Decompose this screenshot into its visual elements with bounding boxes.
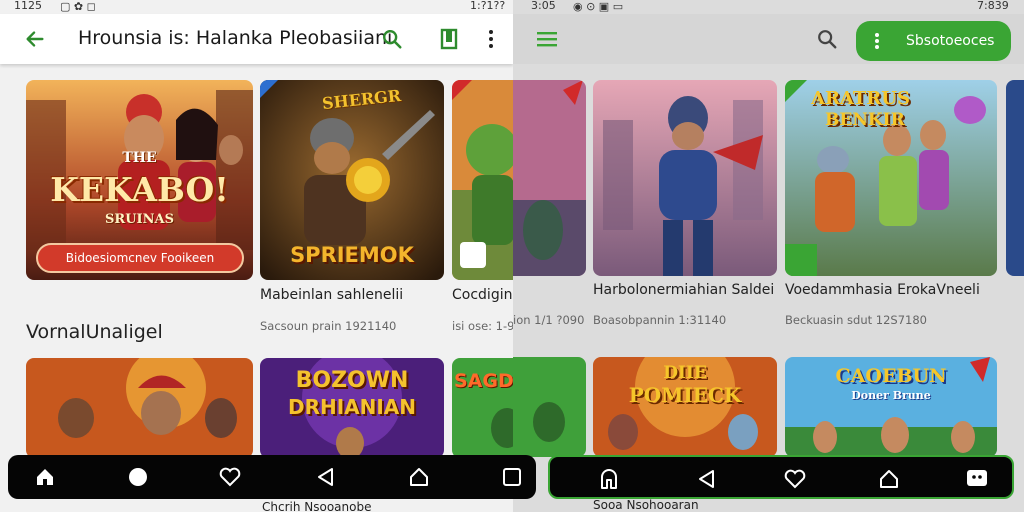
page-title: Hrounsia is: Halanka Pleobasiiani bbox=[78, 27, 393, 49]
game-card-pomieck[interactable]: DIIE POMIECK bbox=[593, 357, 777, 457]
game-artwork bbox=[513, 357, 586, 457]
game-card-caoebun[interactable]: CAOEBUN Doner Brune bbox=[785, 357, 997, 457]
back-triangle-icon[interactable] bbox=[693, 466, 719, 492]
square-icon[interactable] bbox=[499, 464, 525, 490]
arch-icon[interactable] bbox=[596, 466, 622, 492]
bookmark-icon[interactable] bbox=[436, 26, 462, 52]
card-title-line2: POMIECK bbox=[628, 383, 742, 407]
app-bar: Hrounsia is: Halanka Pleobasiiani bbox=[0, 14, 513, 64]
circle-icon[interactable] bbox=[125, 464, 151, 490]
search-icon[interactable] bbox=[379, 26, 405, 52]
card-subtitle: isi ose: 1-90 bbox=[452, 319, 513, 333]
status-time: 3:05 bbox=[531, 0, 556, 12]
game-card-knight[interactable] bbox=[593, 80, 777, 276]
status-time: 1125 bbox=[14, 0, 42, 12]
primary-action-button[interactable]: Sbsotoeoces bbox=[856, 21, 1011, 61]
more-vert-icon[interactable] bbox=[478, 26, 504, 52]
card-subtitle: ion 1/1 ?090 bbox=[513, 313, 585, 327]
back-triangle-icon[interactable] bbox=[312, 464, 338, 490]
status-right: 7:839 bbox=[977, 0, 1009, 12]
card-title-line1: THE bbox=[122, 150, 157, 166]
card-caption: Chcrih Nsooanobe bbox=[262, 500, 372, 512]
game-artwork bbox=[593, 80, 777, 276]
game-artwork bbox=[513, 80, 586, 276]
game-card-row2-1[interactable] bbox=[26, 358, 253, 458]
status-bar: 3:05 ◉ ⊙ ▣ ▭ 7:839 bbox=[513, 0, 1024, 14]
card-subtitle: Sacsoun prain 1921140 bbox=[260, 319, 397, 333]
card-caption: Cocdigin bbox=[452, 287, 513, 303]
card-title-line2: Doner Brune bbox=[851, 389, 931, 402]
card-subtitle: Boasobpannin 1:31140 bbox=[593, 313, 727, 327]
left-phone-screen: 1125 ▢ ✿ ◻ 1:?1?? Hrounsia is: Halanka P… bbox=[0, 0, 513, 512]
game-artwork bbox=[26, 358, 253, 458]
card-title-line1: CAOEBUN bbox=[835, 365, 947, 387]
search-icon[interactable] bbox=[814, 26, 840, 52]
game-card-aratrus[interactable]: ARATRUS BENKIR bbox=[785, 80, 997, 276]
heart-icon[interactable] bbox=[217, 464, 243, 490]
arrow-back-icon[interactable] bbox=[22, 26, 48, 52]
game-artwork bbox=[452, 80, 513, 280]
game-card-row2-2[interactable]: BOZOWN DRHIANIAN bbox=[260, 358, 444, 458]
game-artwork bbox=[1006, 80, 1024, 276]
nav-bar-left bbox=[8, 455, 536, 499]
card-title-line1: BOZOWN bbox=[295, 368, 409, 393]
game-card-partial[interactable] bbox=[513, 80, 586, 276]
status-right: 1:?1?? bbox=[470, 0, 506, 12]
card-caption: Sooa Nsohooaran bbox=[593, 498, 699, 512]
status-icons: ▢ ✿ ◻ bbox=[60, 0, 96, 13]
home-outline-icon[interactable] bbox=[876, 466, 902, 492]
card-title-line1: DIIE bbox=[663, 363, 707, 383]
game-card-spriemok[interactable]: SHERGR SPRIEMOK bbox=[260, 80, 444, 280]
game-card-kekabo[interactable]: THE KEKABO! SRUINAS Bidoesiomcnev Fooike… bbox=[26, 80, 253, 280]
menu-icon[interactable] bbox=[534, 26, 560, 52]
card-title: SAGDING bbox=[454, 370, 513, 392]
game-card-cocdigin[interactable] bbox=[452, 80, 513, 280]
home-outline-icon[interactable] bbox=[406, 464, 432, 490]
more-vert-icon bbox=[874, 32, 880, 54]
primary-action-label: Sbsotoeoces bbox=[906, 33, 995, 49]
card-caption: Harbolonermiahian Saldei bbox=[593, 282, 775, 298]
card-title-line2: BENKIR bbox=[825, 110, 905, 130]
install-button[interactable]: Bidoesiomcnev Fooikeen bbox=[36, 243, 244, 273]
game-card-edge[interactable] bbox=[1006, 80, 1024, 276]
chat-icon[interactable] bbox=[964, 466, 990, 492]
app-bar: Sbsotoeoces bbox=[513, 14, 1024, 64]
heart-icon[interactable] bbox=[782, 466, 808, 492]
right-phone-screen: 3:05 ◉ ⊙ ▣ ▭ 7:839 Sbsotoeoces ion 1/1 ?… bbox=[513, 0, 1024, 512]
card-title-line1: ARATRUS bbox=[811, 88, 910, 109]
card-subtitle: Beckuasin sdut 12S7180 bbox=[785, 313, 928, 327]
section-title: VornalUnaligel bbox=[26, 321, 163, 343]
card-logo-bottom: SPRIEMOK bbox=[290, 243, 414, 267]
card-title-line3: SRUINAS bbox=[105, 212, 174, 227]
status-icons: ◉ ⊙ ▣ ▭ bbox=[573, 0, 624, 13]
game-card-row2-3[interactable]: SAGDING bbox=[452, 358, 513, 458]
game-card-row2-edge[interactable] bbox=[513, 357, 586, 457]
card-caption: Voedammhasia ErokaVneeli bbox=[785, 282, 980, 298]
status-bar: 1125 ▢ ✿ ◻ 1:?1?? bbox=[0, 0, 513, 14]
home-icon[interactable] bbox=[32, 464, 58, 490]
card-caption: Mabeinlan sahlenelii bbox=[260, 287, 404, 303]
nav-bar-right bbox=[548, 455, 1014, 499]
card-title-line2: DRHIANIAN bbox=[287, 395, 417, 419]
card-title-line2: KEKABO! bbox=[50, 170, 229, 209]
